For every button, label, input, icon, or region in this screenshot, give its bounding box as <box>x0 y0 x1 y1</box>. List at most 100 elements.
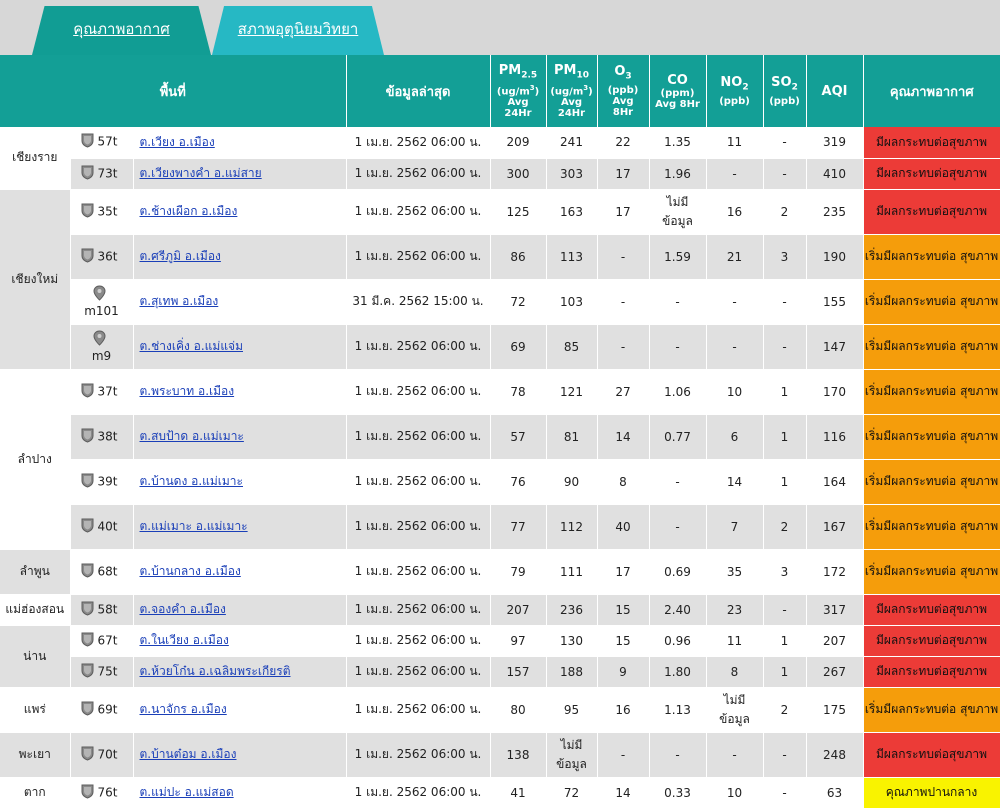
station-id[interactable]: 39t <box>69 459 134 505</box>
area-link[interactable]: ต.บ้านต๋อม อ.เมือง <box>140 747 237 761</box>
aqi-cell: 317 <box>806 594 864 626</box>
station-id[interactable]: 37t <box>69 369 134 415</box>
station-id[interactable]: 73t <box>69 158 134 190</box>
station-id[interactable]: 36t <box>69 234 134 280</box>
area-link[interactable]: ต.ศรีภูมิ อ.เมือง <box>140 249 221 263</box>
date-cell: 1 เม.ย. 2562 06:00 น. <box>346 324 491 370</box>
area-cell: ต.นาจักร อ.เมือง <box>133 687 347 733</box>
station-id[interactable]: 70t <box>69 732 134 778</box>
area-link[interactable]: ต.จองคำ อ.เมือง <box>140 602 226 616</box>
area-cell: ต.จองคำ อ.เมือง <box>133 594 347 626</box>
date-cell: 1 เม.ย. 2562 06:00 น. <box>346 777 491 809</box>
tab-meteorology[interactable]: สภาพอุตุนิยมวิทยา <box>212 6 384 55</box>
o3-cell: - <box>597 732 650 778</box>
station-id[interactable]: 58t <box>69 594 134 626</box>
table-row: ลำปาง 37t ต.พระบาท อ.เมือง 1 เม.ย. 2562 06:… <box>0 369 1000 550</box>
station-id[interactable]: 67t <box>69 625 134 657</box>
area-link[interactable]: ต.สบป้าด อ.แม่เมาะ <box>140 429 244 443</box>
pm10-cell: 188 <box>546 656 598 688</box>
aqi-cell: 248 <box>806 732 864 778</box>
o3-cell: - <box>597 234 650 280</box>
header-aqi: AQI <box>806 55 864 127</box>
map-pin-icon <box>93 330 106 349</box>
co-cell: ไม่มี ข้อมูล <box>649 189 707 235</box>
header-no2: NO2 (ppb) <box>706 55 764 127</box>
table-row: แพร่ 69t ต.นาจักร อ.เมือง 1 เม.ย. 2562 06:0… <box>0 687 1000 733</box>
so2-cell: - <box>763 324 807 370</box>
co-cell: 1.96 <box>649 158 707 190</box>
so2-cell: - <box>763 158 807 190</box>
area-cell: ต.สุเทพ อ.เมือง <box>133 279 347 325</box>
aqi-cell: 116 <box>806 414 864 460</box>
area-link[interactable]: ต.บ้านดง อ.แม่เมาะ <box>140 474 244 488</box>
co-cell: 1.59 <box>649 234 707 280</box>
pm25-cell: 76 <box>490 459 547 505</box>
header-pm10: PM10 (ug/m3) Avg 24Hr <box>546 55 598 127</box>
table-row: แม่ฮ่องสอน 58t ต.จองคำ อ.เมือง 1 เม.ย. 2562… <box>0 594 1000 626</box>
pm10-cell: 130 <box>546 625 598 657</box>
station-id[interactable]: m101 <box>69 279 134 325</box>
aqi-cell: 235 <box>806 189 864 235</box>
co-cell: - <box>649 504 707 550</box>
so2-cell: 3 <box>763 549 807 595</box>
pm10-cell: 236 <box>546 594 598 626</box>
station-id[interactable]: 68t <box>69 549 134 595</box>
area-link[interactable]: ต.เวียงพางคำ อ.แม่สาย <box>140 166 262 180</box>
table-row: เชียงราย 57t ต.เวียง อ.เมือง 1 เม.ย. 2562 0… <box>0 127 1000 190</box>
area-link[interactable]: ต.พระบาท อ.เมือง <box>140 384 235 398</box>
no2-cell: 10 <box>706 777 764 809</box>
quality-status: เริ่มมีผลกระทบต่อ สุขภาพ <box>863 459 1000 505</box>
no2-cell: 14 <box>706 459 764 505</box>
quality-status: มีผลกระทบต่อสุขภาพ <box>863 127 1000 159</box>
pm10-cell: 163 <box>546 189 598 235</box>
pm25-cell: 80 <box>490 687 547 733</box>
air-quality-table: พื้นที่ ข้อมูลล่าสุด PM2.5 (ug/m3) Avg 2… <box>0 55 1000 809</box>
area-link[interactable]: ต.บ้านกลาง อ.เมือง <box>140 564 241 578</box>
date-cell: 31 มี.ค. 2562 15:00 น. <box>346 279 491 325</box>
quality-status: เริ่มมีผลกระทบต่อ สุขภาพ <box>863 279 1000 325</box>
station-id[interactable]: 75t <box>69 656 134 688</box>
province-cell: พะเยา <box>0 732 71 778</box>
area-link[interactable]: ต.แม่ปะ อ.แม่สอด <box>140 785 234 799</box>
province-cell: ลำปาง <box>0 369 71 550</box>
area-link[interactable]: ต.ช่างเคิ่ง อ.แม่แจ่ม <box>140 339 244 353</box>
station-shield-icon <box>81 601 94 619</box>
area-link[interactable]: ต.สุเทพ อ.เมือง <box>140 294 219 308</box>
no2-cell: - <box>706 158 764 190</box>
station-id[interactable]: 69t <box>69 687 134 733</box>
station-id[interactable]: 40t <box>69 504 134 550</box>
station-id[interactable]: 38t <box>69 414 134 460</box>
station-id[interactable]: 35t <box>69 189 134 235</box>
station-id[interactable]: m9 <box>69 324 134 370</box>
header-co: CO (ppm) Avg 8Hr <box>649 55 707 127</box>
quality-status: มีผลกระทบต่อสุขภาพ <box>863 732 1000 778</box>
station-id[interactable]: 76t <box>69 777 134 809</box>
area-link[interactable]: ต.ในเวียง อ.เมือง <box>140 633 229 647</box>
so2-cell: - <box>763 777 807 809</box>
table-row: น่าน 67t ต.ในเวียง อ.เมือง 1 เม.ย. 2562 06:… <box>0 625 1000 688</box>
area-link[interactable]: ต.เวียง อ.เมือง <box>140 135 215 149</box>
area-link[interactable]: ต.แม่เมาะ อ.แม่เมาะ <box>140 519 248 533</box>
area-cell: ต.เวียงพางคำ อ.แม่สาย <box>133 158 347 190</box>
tab-air-quality[interactable]: คุณภาพอากาศ <box>32 6 211 55</box>
area-cell: ต.สบป้าด อ.แม่เมาะ <box>133 414 347 460</box>
table-row: ลำพูน 68t ต.บ้านกลาง อ.เมือง 1 เม.ย. 2562 0… <box>0 549 1000 595</box>
area-link[interactable]: ต.นาจักร อ.เมือง <box>140 702 227 716</box>
o3-cell: 27 <box>597 369 650 415</box>
station-shield-icon <box>81 518 94 536</box>
station-shield-icon <box>81 133 94 151</box>
area-link[interactable]: ต.ห้วยโก๋น อ.เฉลิมพระเกียรติ <box>140 664 291 678</box>
station-id[interactable]: 57t <box>69 127 134 159</box>
area-cell: ต.บ้านต๋อม อ.เมือง <box>133 732 347 778</box>
station-shield-icon <box>81 165 94 183</box>
date-cell: 1 เม.ย. 2562 06:00 น. <box>346 459 491 505</box>
area-cell: ต.เวียง อ.เมือง <box>133 127 347 159</box>
no2-cell: 16 <box>706 189 764 235</box>
pm10-cell: 90 <box>546 459 598 505</box>
aqi-cell: 410 <box>806 158 864 190</box>
pm10-cell: 95 <box>546 687 598 733</box>
o3-cell: - <box>597 279 650 325</box>
station-shield-icon <box>81 701 94 719</box>
pm25-cell: 138 <box>490 732 547 778</box>
area-link[interactable]: ต.ช้างเผือก อ.เมือง <box>140 204 238 218</box>
